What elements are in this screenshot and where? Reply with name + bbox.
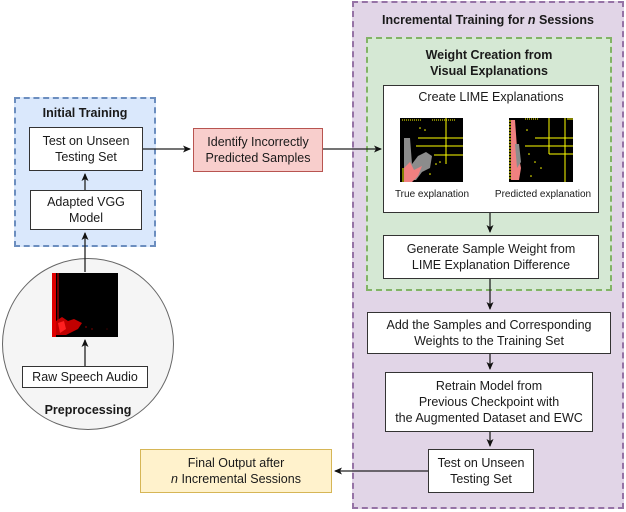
- connectors: [81, 145, 494, 475]
